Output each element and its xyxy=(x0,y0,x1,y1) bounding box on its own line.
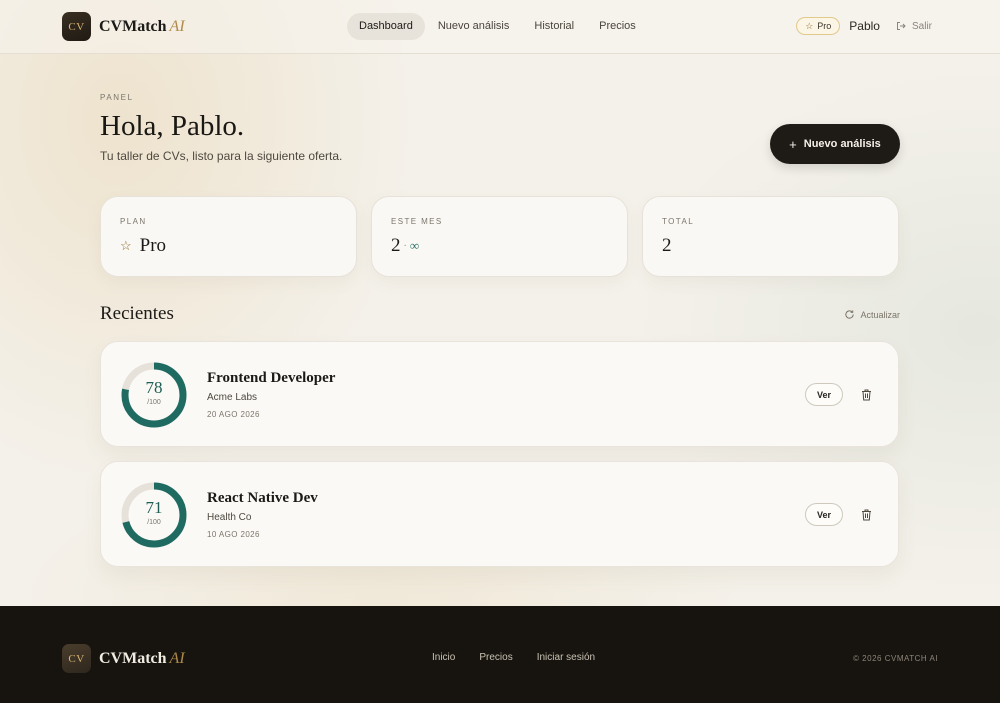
logout-icon xyxy=(896,22,906,30)
top-navbar: CV CVMatch AI Dashboard Nuevo análisis Hi… xyxy=(0,0,1000,54)
score-max: /100 xyxy=(147,519,161,526)
trash-icon[interactable] xyxy=(861,509,872,521)
nav-item-historial[interactable]: Historial xyxy=(522,13,586,40)
analysis-card[interactable]: 71 /100 React Native Dev Health Co 10 AG… xyxy=(100,461,899,567)
brand-logo[interactable]: CV CVMatch AI xyxy=(62,12,185,41)
stat-value: 2 xyxy=(662,235,672,257)
footer-links: Inicio Precios Iniciar sesión xyxy=(432,652,619,663)
brand-name-suffix: AI xyxy=(169,649,185,667)
stat-card-month: ESTE MES 2 · ∞ xyxy=(371,196,628,277)
job-title: Frontend Developer xyxy=(207,370,336,386)
analysis-date: 20 AGO 2026 xyxy=(207,410,260,419)
logo-mark: CV xyxy=(62,12,91,41)
analysis-card[interactable]: 78 /100 Frontend Developer Acme Labs 20 … xyxy=(100,341,899,447)
brand-name-suffix: AI xyxy=(169,17,185,35)
refresh-label: Actualizar xyxy=(860,309,900,320)
nav-item-nuevo-analisis[interactable]: Nuevo análisis xyxy=(426,13,522,40)
view-button[interactable]: Ver xyxy=(805,503,843,526)
footer-link-precios[interactable]: Precios xyxy=(479,652,512,663)
brand-name: CVMatch AI xyxy=(99,18,185,36)
nav-item-dashboard[interactable]: Dashboard xyxy=(347,13,425,40)
new-analysis-label: Nuevo análisis xyxy=(803,138,881,150)
new-analysis-button[interactable]: + Nuevo análisis xyxy=(770,124,900,164)
plus-icon: + xyxy=(789,136,797,152)
analysis-date: 10 AGO 2026 xyxy=(207,530,260,539)
footer-logo[interactable]: CV CVMatch AI xyxy=(62,644,185,673)
company-name: Acme Labs xyxy=(207,392,258,403)
refresh-button[interactable]: Actualizar xyxy=(844,309,900,320)
page-subtitle: Tu taller de CVs, listo para la siguient… xyxy=(100,149,343,163)
logout-button[interactable]: Salir xyxy=(896,21,932,32)
score-value: 71 xyxy=(145,498,163,517)
copyright: © 2026 CVMATCH AI xyxy=(853,654,938,663)
brand-name-text: CVMatch xyxy=(99,649,167,667)
stat-card-total: TOTAL 2 xyxy=(642,196,899,277)
score-max: /100 xyxy=(147,399,161,406)
trash-icon[interactable] xyxy=(861,389,872,401)
stat-label: ESTE MES xyxy=(391,217,443,226)
stat-label: PLAN xyxy=(120,217,147,226)
recents-title: Recientes xyxy=(100,303,174,324)
job-title: React Native Dev xyxy=(207,490,318,506)
stat-card-plan: PLAN ☆ Pro xyxy=(100,196,357,277)
footer-link-inicio[interactable]: Inicio xyxy=(432,652,455,663)
stat-value: 2 · ∞ xyxy=(391,235,419,257)
plan-badge-label: Pro xyxy=(817,21,832,31)
stat-limit: ∞ xyxy=(409,238,420,253)
view-button[interactable]: Ver xyxy=(805,383,843,406)
footer-link-login[interactable]: Iniciar sesión xyxy=(537,652,595,663)
main-nav: Dashboard Nuevo análisis Historial Preci… xyxy=(347,13,649,40)
stat-label: TOTAL xyxy=(662,217,695,226)
brand-name-text: CVMatch xyxy=(99,17,167,35)
user-name[interactable]: Pablo xyxy=(849,19,880,33)
logout-label: Salir xyxy=(911,20,932,32)
stat-value-text: Pro xyxy=(139,235,167,256)
stat-value: ☆ Pro xyxy=(120,235,166,257)
stat-value-text: 2 xyxy=(391,235,401,256)
score-value: 78 xyxy=(145,378,163,397)
stat-separator: · xyxy=(403,240,407,252)
company-name: Health Co xyxy=(207,512,252,523)
stat-value-text: 2 xyxy=(662,235,672,256)
logo-mark: CV xyxy=(62,644,91,673)
star-icon: ☆ xyxy=(805,20,814,31)
page-title: Hola, Pablo. xyxy=(100,110,245,142)
header-user-area: ☆ Pro Pablo Salir xyxy=(796,17,932,35)
page-footer: CV CVMatch AI Inicio Precios Iniciar sesi… xyxy=(0,606,1000,703)
nav-item-precios[interactable]: Precios xyxy=(587,13,648,40)
plan-badge: ☆ Pro xyxy=(796,17,841,35)
page-eyebrow: PANEL xyxy=(100,93,134,102)
refresh-icon xyxy=(845,310,855,319)
brand-name: CVMatch AI xyxy=(99,650,185,668)
star-icon: ☆ xyxy=(120,238,132,253)
